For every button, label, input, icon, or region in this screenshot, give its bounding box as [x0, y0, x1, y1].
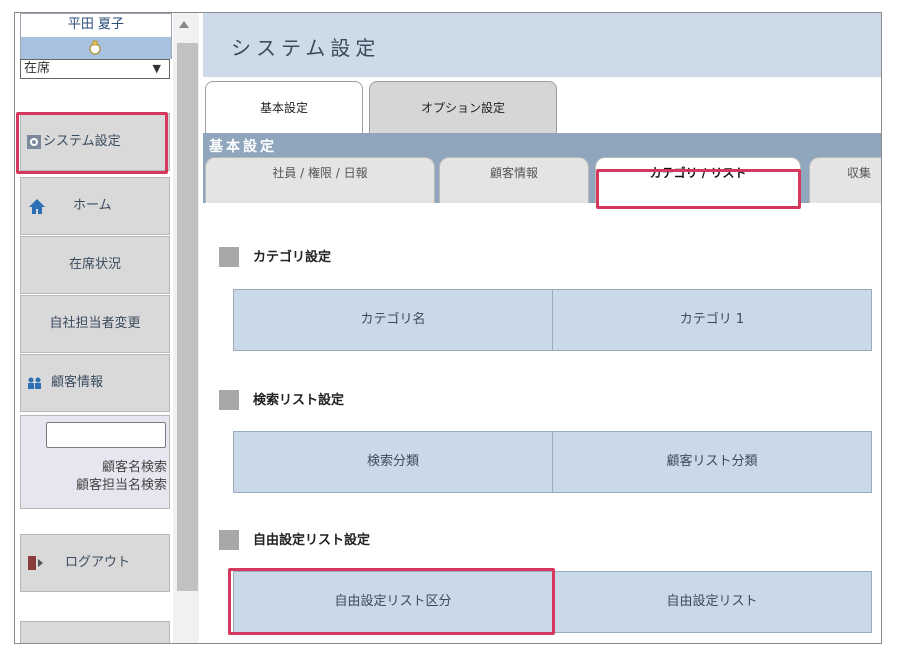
- settings-cell[interactable]: 顧客リスト分類: [552, 431, 872, 493]
- home-icon: [29, 199, 45, 214]
- sidebar-item-label: 在席状況: [68, 257, 121, 272]
- highlight-free-list-category: [228, 568, 555, 635]
- app-window: 平田 夏子 在席 ▼ システム設定 ホーム 在席状況 自社担当者変更 顧客情報 …: [14, 12, 882, 644]
- subtab-staff-permission-report[interactable]: 社員 / 権限 / 日報: [205, 157, 435, 203]
- settings-cell[interactable]: 検索分類: [233, 431, 553, 493]
- sidebar-item-partial[interactable]: [20, 621, 170, 643]
- logout-button[interactable]: ログアウト: [20, 534, 170, 592]
- status-value: 在席: [24, 61, 51, 76]
- tab-option-settings[interactable]: オプション設定: [369, 81, 557, 133]
- customer-name-search-link[interactable]: 顧客名検索: [102, 456, 167, 475]
- sidebar-item-home[interactable]: ホーム: [20, 177, 170, 235]
- sidebar-item-label: 顧客情報: [51, 375, 104, 390]
- sidebar-item-label: ホーム: [73, 198, 112, 213]
- settings-cell[interactable]: カテゴリ 1: [552, 289, 872, 351]
- group-heading: 自由設定リスト設定: [219, 530, 370, 550]
- settings-cell[interactable]: 自由設定リスト: [552, 571, 872, 633]
- page-header: システム設定: [203, 13, 881, 77]
- logout-icon: [28, 556, 43, 570]
- bullet-square-icon: [219, 530, 239, 550]
- main-content: システム設定 基本設定 オプション設定 基本設定 社員 / 権限 / 日報 顧客…: [203, 13, 881, 643]
- sidebar: 平田 夏子 在席 ▼ システム設定 ホーム 在席状況 自社担当者変更 顧客情報 …: [15, 13, 173, 643]
- user-name: 平田 夏子: [20, 13, 172, 38]
- sidebar-item-presence[interactable]: 在席状況: [20, 236, 170, 294]
- lightbulb-icon: [89, 40, 101, 55]
- tab-basic-settings[interactable]: 基本設定: [205, 81, 363, 133]
- bullet-square-icon: [219, 247, 239, 267]
- scroll-up-arrow-icon[interactable]: [179, 21, 189, 28]
- settings-cell[interactable]: カテゴリ名: [233, 289, 553, 351]
- section-title: 基本設定: [209, 139, 277, 155]
- subtab-collection[interactable]: 収集: [809, 157, 881, 203]
- highlight-system-settings: [16, 112, 168, 174]
- customer-search-panel: 顧客名検索 顧客担当名検索: [20, 415, 170, 509]
- customer-staff-search-link[interactable]: 顧客担当名検索: [76, 474, 167, 493]
- sidebar-item-customer-info[interactable]: 顧客情報: [20, 354, 170, 412]
- bullet-square-icon: [219, 390, 239, 410]
- chevron-down-icon: ▼: [152, 62, 161, 75]
- highlight-category-tab: [596, 169, 801, 209]
- presence-indicator: [20, 37, 172, 59]
- search-input[interactable]: [46, 422, 166, 448]
- status-select[interactable]: 在席 ▼: [20, 59, 170, 79]
- logout-label: ログアウト: [65, 555, 131, 570]
- sidebar-item-label: 自社担当者変更: [49, 316, 141, 331]
- group-heading: 検索リスト設定: [219, 390, 344, 410]
- sidebar-item-staff-change[interactable]: 自社担当者変更: [20, 295, 170, 353]
- page-title: システム設定: [231, 36, 381, 60]
- group-heading: カテゴリ設定: [219, 247, 331, 267]
- users-icon: [28, 377, 41, 389]
- subtab-customer-info[interactable]: 顧客情報: [439, 157, 589, 203]
- scrollbar-thumb[interactable]: [177, 43, 198, 591]
- top-tab-bar: 基本設定 オプション設定: [203, 77, 881, 133]
